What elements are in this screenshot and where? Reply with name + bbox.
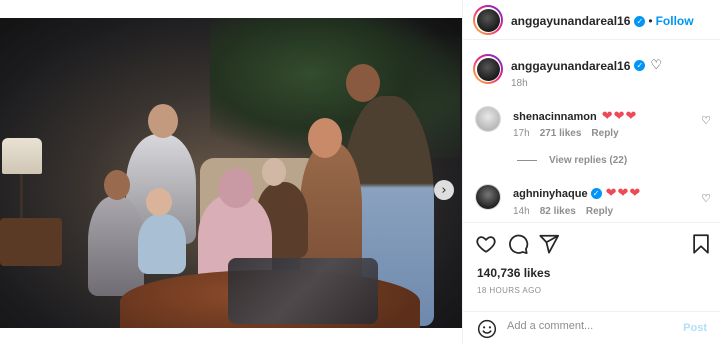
verified-badge-icon: ✓ [590,188,602,199]
person-child-head [146,188,172,216]
replies-divider-line [517,160,537,161]
verified-badge-icon: ✓ [634,15,646,27]
comment-input[interactable] [507,320,667,332]
comment-text-hearts: ❤❤❤ [605,186,642,201]
commenter-avatar[interactable] [475,184,501,210]
author-username[interactable]: anggayunandareal16 [511,14,630,28]
caption-author-avatar[interactable] [473,54,503,84]
person-woman-hijab-brown-head [308,118,342,158]
view-replies-row: View replies (22) [463,155,720,169]
commenter-avatar[interactable] [475,106,501,132]
comment-item: aghninyhaque ✓ ❤❤❤ 14h 82 likes Reply ♡ [463,184,720,220]
carousel-next-button[interactable]: › [434,180,454,200]
comment-like-heart-icon[interactable]: ♡ [701,192,711,205]
bookmark-icon[interactable] [691,233,711,255]
lamp [2,138,42,174]
comment-time: 14h [513,206,530,217]
likes-count[interactable]: 140,736 likes [477,266,550,280]
comment-meta: 17h 271 likes Reply [513,128,619,139]
commenter-username[interactable]: shenacinnamon [513,111,597,123]
post-actions: 140,736 likes 18 HOURS AGO Post [463,222,720,344]
person-woman-left [88,196,144,296]
verified-badge-icon: ✓ [634,60,646,71]
person-child [138,214,186,274]
caption-time: 18h [511,78,528,89]
post-comment-button[interactable]: Post [683,322,707,334]
comment-composer: Post [463,311,720,344]
view-replies-label: View replies (22) [549,155,628,166]
caption-row: anggayunandareal16 ✓ ♡ 18h [463,54,720,94]
caption-heart-icon: ♡ [650,58,663,73]
heart-outline-icon[interactable] [475,233,497,255]
comment-item: shenacinnamon ❤❤❤ 17h 271 likes Reply ♡ [463,106,720,142]
comment-text-hearts: ❤❤❤ [601,109,638,124]
dot-separator: • [648,14,653,28]
follow-button[interactable]: Follow [656,14,694,28]
paper-plane-icon[interactable] [538,233,560,255]
post-header: anggayunandareal16 ✓ • Follow [463,0,720,40]
comment-likes[interactable]: 82 likes [540,206,576,217]
bags-on-table [228,258,378,324]
post-photo[interactable]: › [0,18,462,328]
comment-likes[interactable]: 271 likes [540,128,582,139]
person-man-right-head [346,64,380,102]
person-young-man-head [148,104,178,138]
family-photo-image [0,18,462,328]
reply-button[interactable]: Reply [591,128,618,139]
comment-like-heart-icon[interactable]: ♡ [701,114,711,127]
comment-bubble-icon[interactable] [507,233,529,255]
post-sidebar: anggayunandareal16 ✓ • Follow anggayunan… [462,0,720,344]
caption-author-username[interactable]: anggayunandareal16 [511,59,630,73]
reply-button[interactable]: Reply [586,206,613,217]
author-line: anggayunandareal16 ✓ • Follow [511,14,694,28]
person-elderly-man-head [262,158,286,186]
view-replies-button[interactable]: View replies (22) [517,155,720,166]
author-avatar[interactable] [473,5,503,35]
person-woman-left-head [104,170,130,200]
post-timestamp: 18 HOURS AGO [477,286,542,295]
comment-time: 17h [513,128,530,139]
smiley-icon[interactable] [477,319,497,339]
side-table [0,218,62,266]
chevron-right-icon: › [441,182,447,198]
commenter-username[interactable]: aghninyhaque [513,188,588,200]
comment-meta: 14h 82 likes Reply [513,206,613,217]
person-woman-hijab-pink-head [218,168,254,208]
